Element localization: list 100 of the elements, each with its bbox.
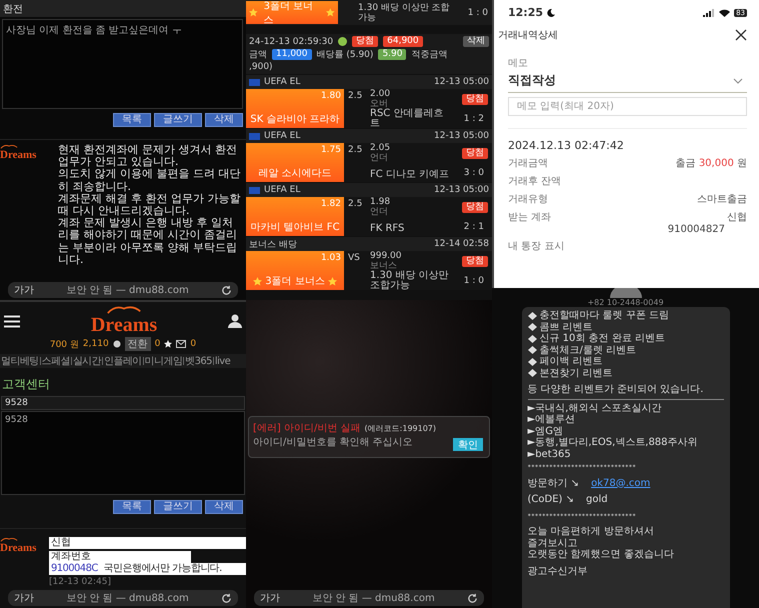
pick-label: 보너스 [370, 261, 397, 271]
board-button[interactable]: 글쓰기 [154, 113, 202, 127]
wifi-icon [719, 8, 730, 16]
error-code: (에러코드:199107) [364, 422, 436, 434]
board-button[interactable]: 목록 [113, 500, 151, 514]
reply-paragraph: 의도치 않게 이용에 불편을 드려 대단히 죄송합니다. [58, 168, 242, 193]
close-icon[interactable] [735, 29, 747, 41]
events-closing: 등 다양한 리벤트가 준비되어 있습니다. [528, 384, 704, 396]
pick-odds: 999.00 [370, 251, 402, 261]
nav-link[interactable]: 스페셜 [40, 354, 71, 368]
event-item: 출썩체크/룰렛 리벤트 [540, 344, 636, 356]
code-value: gold [586, 494, 608, 506]
nav-link[interactable]: 멀티베팅 [0, 354, 40, 368]
game-item: ►bet365 [528, 448, 572, 460]
error-message: 아이디/비밀번호를 확인해 주십시오 [253, 436, 413, 449]
transaction-datetime: 2024.12.13 02:47:42 [508, 128, 747, 152]
delete-button[interactable]: 삭제 [463, 36, 489, 47]
logo: Dreams [90, 314, 158, 337]
bank-name: 신협 [49, 537, 246, 549]
score: 1 : 0 [464, 276, 485, 286]
closing-line: 오늘 마음편하게 방문하셔서 [528, 526, 655, 538]
user-icon[interactable] [228, 314, 242, 328]
reload-icon[interactable] [221, 284, 232, 296]
address-bar[interactable]: 가가 보안 안 됨 — dmu88.com [8, 282, 238, 298]
reload-icon[interactable] [467, 592, 478, 604]
optout-text: 광고수신거부 [528, 566, 588, 577]
nav-link[interactable]: 벳365 [184, 354, 213, 368]
board-header: 환전 [0, 0, 246, 17]
reload-icon[interactable] [221, 592, 232, 604]
result-badge: 당첨 [462, 202, 488, 212]
nav-link[interactable]: 미니게임 [144, 354, 184, 368]
detail-label: 거래후 잔액 [508, 175, 562, 188]
game-item: ►엠G엠 [528, 426, 564, 437]
address-bar[interactable]: 가가 보안 안 됨 — dmu88.com [254, 590, 484, 606]
home-odds: 1.80 [320, 91, 341, 101]
memo-label: 메모 [508, 57, 529, 70]
home-team: SK 슬라비아 프라하 [250, 113, 340, 126]
screen-title: 거래내역상세 [498, 29, 558, 42]
board-button[interactable]: 삭제 [205, 500, 243, 514]
board-button[interactable]: 목록 [113, 113, 151, 127]
detail-label: 거래금액 [508, 157, 548, 170]
home-odds: 1.82 [320, 199, 341, 209]
visit-link[interactable]: ok78@.com [591, 478, 650, 489]
text-size-button[interactable]: 가가 [14, 283, 34, 297]
nav-link[interactable]: 인플레이 [103, 354, 143, 368]
url-text: 보안 안 됨 — dmu88.com [311, 592, 436, 605]
convert-button[interactable]: 전환 [124, 337, 151, 351]
home-team: 레알 소시에다드 [258, 167, 332, 180]
league-name: 보너스 배당 [249, 238, 297, 250]
pick-odds: 2.00 [370, 89, 392, 99]
star-icon [253, 276, 262, 286]
memo-dropdown[interactable]: 직접작성 [508, 70, 747, 93]
home-odds: 1.03 [320, 253, 341, 263]
closing-line: 즐겨보시고 [528, 538, 578, 549]
bullet-icon [528, 323, 536, 332]
signal-icon [703, 8, 716, 16]
league-name: UEFA EL [264, 77, 300, 87]
pick-label: 언더 [370, 207, 389, 217]
win-amount: ,900) [249, 62, 273, 72]
match-time: 12-13 05:00 [434, 77, 489, 87]
nav-link[interactable]: 실시간 [72, 354, 102, 368]
account-label: 계좌번호 [49, 551, 191, 563]
detail-value: 신협 [727, 211, 747, 224]
event-item: 충전할때마다 룰렛 꾸폰 드림 [540, 310, 670, 322]
detail-label: 거래유형 [508, 193, 548, 206]
board-button[interactable]: 삭제 [205, 113, 243, 127]
memo-input[interactable]: 메모 입력(최대 20자) [508, 97, 747, 116]
event-item: 본젼찾기 리벤트 [540, 368, 613, 379]
bullet-icon [528, 358, 536, 366]
board-button[interactable]: 글쓰기 [154, 500, 202, 514]
payout-badge: 64,900 [383, 36, 423, 47]
account-number: 910004827 [668, 224, 725, 235]
odds-badge: 5.90 [378, 49, 406, 60]
message-field[interactable]: 사장님 이제 환전을 좀 받고싶은데여 ㅜ [2, 19, 243, 109]
event-item: 콤쁘 리벤트 [540, 322, 593, 333]
flag-icon [249, 132, 260, 140]
score: 3 : 0 [464, 168, 485, 178]
star-icon [249, 8, 258, 17]
menu-icon[interactable] [4, 314, 20, 328]
mail-count: 0 [190, 339, 196, 349]
nav-link[interactable]: live [214, 356, 232, 366]
bullet-icon [528, 312, 536, 320]
text-size-button[interactable]: 가가 [260, 591, 280, 605]
handicap-line: 2.5 [348, 144, 364, 157]
result-badge: 당첨 [462, 94, 488, 104]
visit-label: 방문하기 ↘ [528, 478, 580, 489]
league-name: UEFA EL [264, 131, 300, 141]
away-team: FK RFS [370, 224, 406, 236]
star-icon [326, 8, 336, 17]
subject-field[interactable]: 9528 [1, 396, 245, 410]
address-bar[interactable]: 가가 보안 안 됨 — dmu88.com [8, 590, 238, 606]
code-label: (CᴏDE) ↘ [528, 494, 574, 506]
bullet-icon [528, 369, 536, 378]
url-text: 보안 안 됨 — dmu88.com [65, 592, 190, 605]
flag-icon [249, 78, 260, 86]
body-field[interactable]: 9528 [1, 411, 245, 495]
result-badge: 당첨 [462, 256, 488, 266]
bullet-icon [528, 346, 536, 354]
away-team: FC 디나모 키예프 [370, 170, 450, 182]
text-size-button[interactable]: 가가 [14, 591, 34, 605]
